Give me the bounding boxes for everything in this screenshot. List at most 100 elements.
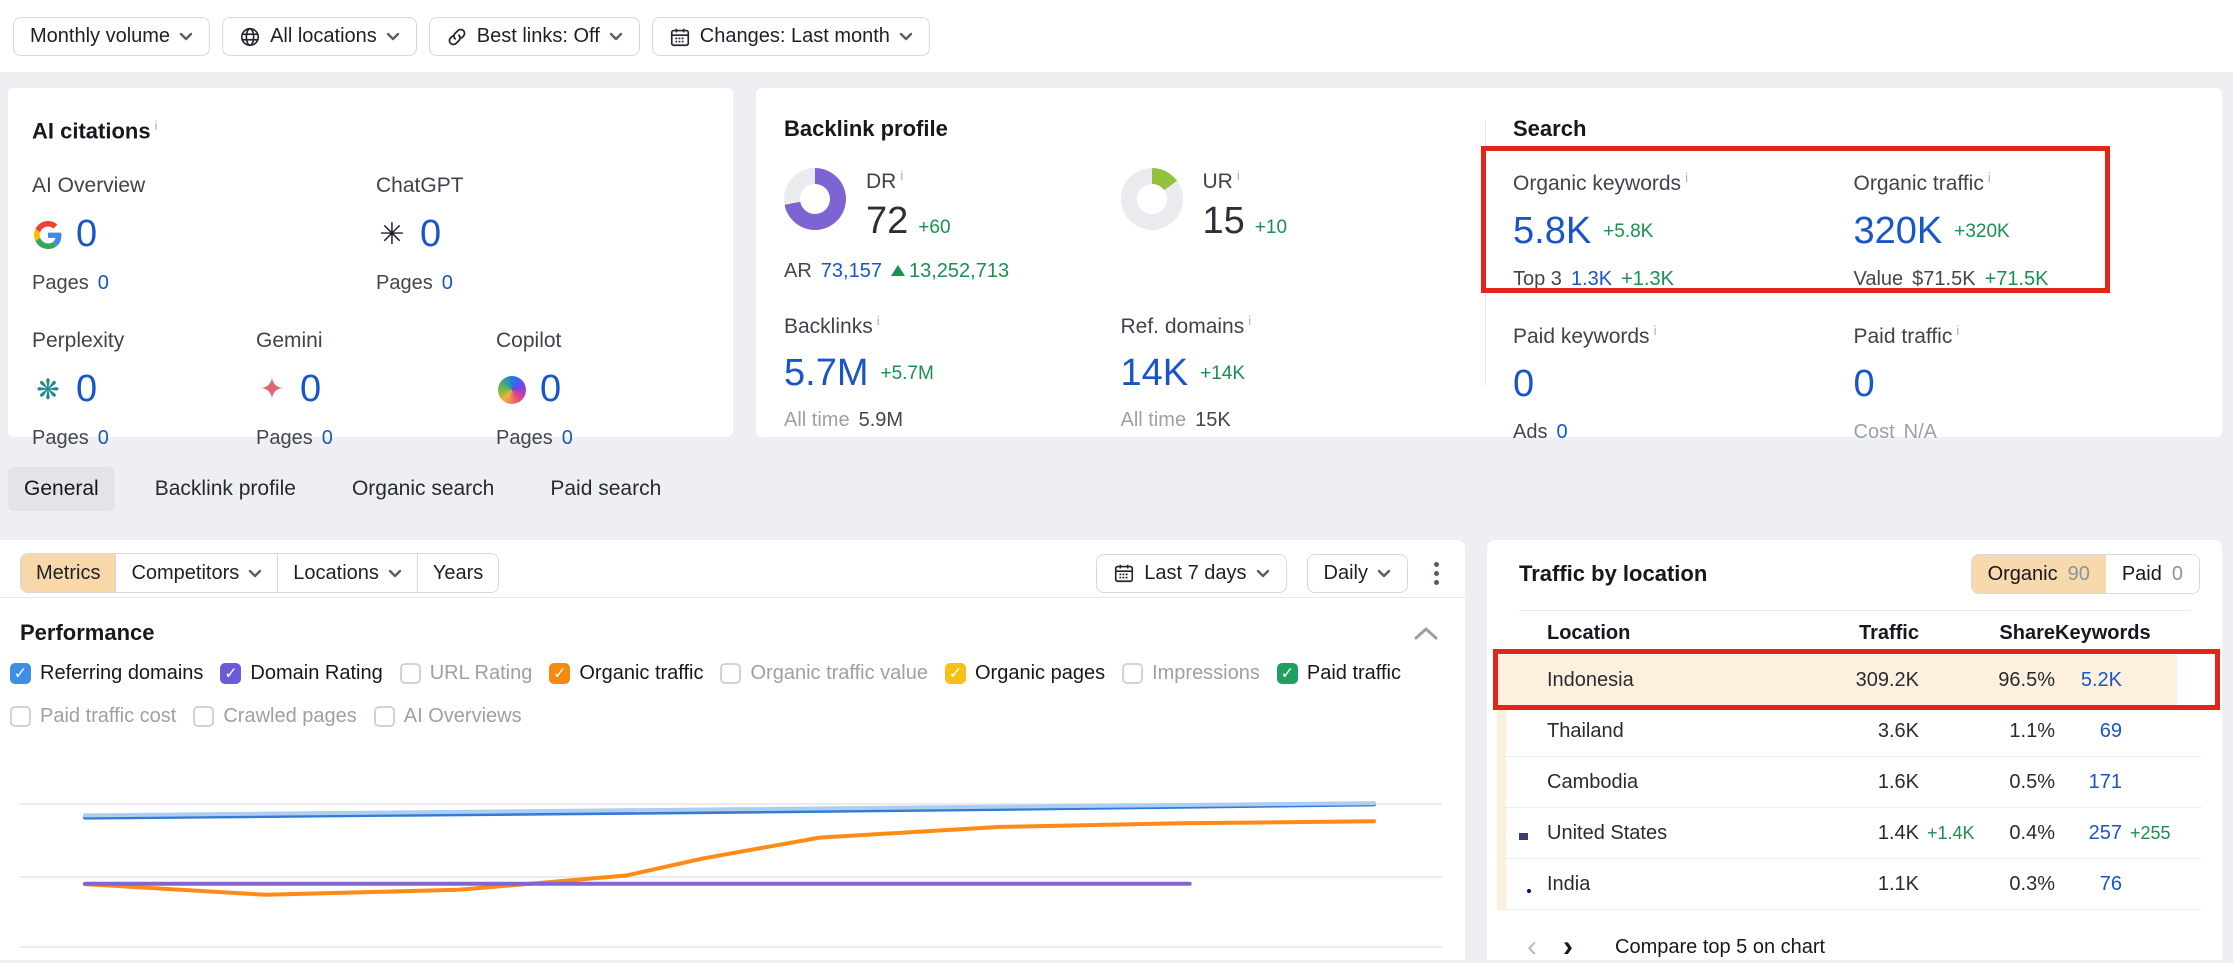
checkbox-icon xyxy=(1277,663,1298,684)
info-icon[interactable]: i xyxy=(155,118,158,133)
domain-rating-metric: DRi 72+60 AR 73,157 13,252,713 xyxy=(784,168,1121,283)
checkbox-domain-rating[interactable]: Domain Rating xyxy=(220,662,382,685)
paid-keywords-value[interactable]: 0 xyxy=(1513,364,1534,406)
chevron-down-icon xyxy=(1256,569,1270,578)
pages-label: Pages xyxy=(256,427,313,450)
copilot-icon xyxy=(496,374,528,406)
ref-domains-value[interactable]: 14K xyxy=(1121,353,1189,395)
pages-count-link[interactable]: 0 xyxy=(98,272,109,295)
info-icon[interactable]: i xyxy=(1654,323,1657,338)
chevron-down-icon xyxy=(248,569,262,578)
checkbox-ai-overviews[interactable]: AI Overviews xyxy=(374,705,522,728)
info-icon[interactable]: i xyxy=(1685,170,1688,185)
checkbox-organic-traffic-value[interactable]: Organic traffic value xyxy=(720,662,928,685)
chatgpt-label: ChatGPT xyxy=(376,174,676,198)
keywords-link[interactable]: 257 xyxy=(2055,822,2122,845)
backlinks-delta: +5.7M xyxy=(880,363,933,385)
table-row-cambodia[interactable]: Cambodia 1.6K 0.5% 171 xyxy=(1497,757,2202,808)
toggle-organic[interactable]: Organic90 xyxy=(1972,555,2106,593)
column-traffic[interactable]: Traffic xyxy=(1759,622,1919,645)
paid-traffic-value[interactable]: 0 xyxy=(1854,364,1875,406)
checkbox-organic-pages[interactable]: Organic pages xyxy=(945,662,1105,685)
url-rating-metric: URi 15+10 xyxy=(1121,168,1458,283)
pages-label: Pages xyxy=(32,427,89,450)
info-icon[interactable]: i xyxy=(900,168,903,183)
checkbox-paid-traffic-cost[interactable]: Paid traffic cost xyxy=(10,705,176,728)
keywords-link[interactable]: 76 xyxy=(2055,873,2122,896)
chatgpt-value[interactable]: 0 xyxy=(420,214,441,256)
toggle-paid[interactable]: Paid0 xyxy=(2106,555,2199,593)
tab-general[interactable]: General xyxy=(8,467,115,511)
backlinks-metric: Backlinksi 5.7M+5.7M All time5.9M xyxy=(784,313,1121,432)
table-row-india[interactable]: India 1.1K 0.3% 76 xyxy=(1497,859,2202,910)
share-bar xyxy=(1497,757,1506,807)
tab-paid-search[interactable]: Paid search xyxy=(534,467,677,511)
locations-dropdown[interactable]: All locations xyxy=(222,17,417,56)
table-row-united-states[interactable]: United States 1.4K +1.4K 0.4% 257 +255 xyxy=(1497,808,2202,859)
info-icon[interactable]: i xyxy=(1956,323,1959,338)
copilot-value[interactable]: 0 xyxy=(540,369,561,411)
ads-count-link[interactable]: 0 xyxy=(1556,421,1567,444)
previous-page-arrow[interactable]: ‹ xyxy=(1527,932,1537,962)
gemini-icon: ✦ xyxy=(256,374,288,406)
keywords-link[interactable]: 171 xyxy=(2055,771,2122,794)
granularity-dropdown[interactable]: Daily xyxy=(1307,554,1408,593)
globe-icon xyxy=(239,26,261,48)
top3-delta: +1.3K xyxy=(1621,268,1674,291)
segment-metrics[interactable]: Metrics xyxy=(21,554,115,592)
segment-competitors[interactable]: Competitors xyxy=(115,554,277,592)
ai-overview-value[interactable]: 0 xyxy=(76,214,97,256)
backlinks-value[interactable]: 5.7M xyxy=(784,353,868,395)
checkbox-paid-traffic[interactable]: Paid traffic xyxy=(1277,662,1401,685)
checkbox-organic-traffic[interactable]: Organic traffic xyxy=(549,662,703,685)
info-icon[interactable]: i xyxy=(1988,170,1991,185)
organic-traffic-label: Organic traffici xyxy=(1854,170,2195,196)
segment-years[interactable]: Years xyxy=(417,554,498,592)
kebab-menu-icon[interactable] xyxy=(1428,556,1445,591)
top3-value-link[interactable]: 1.3K xyxy=(1571,268,1612,291)
paid-count: 0 xyxy=(2172,563,2183,586)
ar-value-link[interactable]: 73,157 xyxy=(821,260,882,283)
gemini-value[interactable]: 0 xyxy=(300,369,321,411)
collapse-chevron-icon[interactable] xyxy=(1413,625,1439,641)
calendar-icon xyxy=(669,26,691,48)
checkbox-referring-domains[interactable]: Referring domains xyxy=(10,662,203,685)
traffic-by-location-panel: Traffic by location Organic90 Paid0 Loca… xyxy=(1487,540,2222,960)
pages-label: Pages xyxy=(32,272,89,295)
next-page-arrow[interactable]: › xyxy=(1563,932,1573,962)
segment-locations[interactable]: Locations xyxy=(277,554,417,592)
organic-traffic-value[interactable]: 320K xyxy=(1854,211,1943,253)
checkbox-url-rating[interactable]: URL Rating xyxy=(400,662,533,685)
column-keywords[interactable]: Keywords xyxy=(2055,622,2122,645)
changes-dropdown[interactable]: Changes: Last month xyxy=(652,17,930,56)
column-share[interactable]: Share xyxy=(1985,622,2055,645)
date-range-dropdown[interactable]: Last 7 days xyxy=(1096,554,1286,593)
paid-traffic-metric: Paid traffici 0 CostN/A xyxy=(1854,323,2195,444)
keywords-link[interactable]: 69 xyxy=(2055,720,2122,743)
location-table-footer: ‹ › Compare top 5 on chart xyxy=(1487,910,2222,962)
table-row-thailand[interactable]: Thailand 3.6K 1.1% 69 xyxy=(1497,706,2202,757)
pages-count-link[interactable]: 0 xyxy=(322,427,333,450)
tab-backlink-profile[interactable]: Backlink profile xyxy=(139,467,312,511)
tab-organic-search[interactable]: Organic search xyxy=(336,467,510,511)
info-icon[interactable]: i xyxy=(877,313,880,328)
checkbox-crawled-pages[interactable]: Crawled pages xyxy=(193,705,356,728)
pages-count-link[interactable]: 0 xyxy=(98,427,109,450)
pages-count-link[interactable]: 0 xyxy=(442,272,453,295)
organic-keywords-value[interactable]: 5.8K xyxy=(1513,211,1591,253)
performance-line-chart[interactable] xyxy=(0,765,1465,960)
info-icon[interactable]: i xyxy=(1237,168,1240,183)
compare-top5-label[interactable]: Compare top 5 on chart xyxy=(1615,936,1825,959)
checkbox-impressions[interactable]: Impressions xyxy=(1122,662,1260,685)
best-links-dropdown[interactable]: Best links: Off xyxy=(429,17,640,56)
keywords-link[interactable]: 5.2K xyxy=(2055,669,2122,692)
organic-count: 90 xyxy=(2068,563,2090,586)
pages-count-link[interactable]: 0 xyxy=(562,427,573,450)
organic-traffic-delta: +320K xyxy=(1954,221,2009,243)
column-location[interactable]: Location xyxy=(1547,622,1759,645)
info-icon[interactable]: i xyxy=(1248,313,1251,328)
monthly-volume-dropdown[interactable]: Monthly volume xyxy=(13,17,210,56)
perplexity-value[interactable]: 0 xyxy=(76,369,97,411)
table-row-indonesia[interactable]: Indonesia 309.2K 96.5% 5.2K xyxy=(1497,655,2202,706)
chevron-down-icon xyxy=(1377,569,1391,578)
